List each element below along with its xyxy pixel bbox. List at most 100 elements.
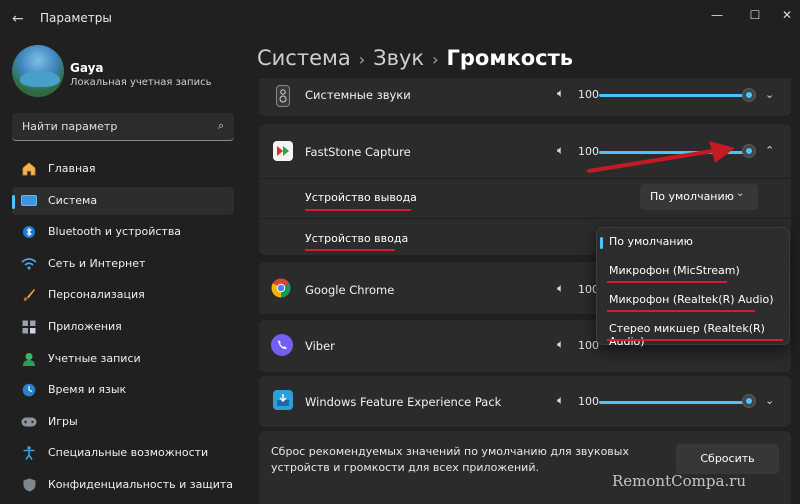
accessibility-icon (21, 445, 37, 461)
chevron-up-icon[interactable]: ⌃ (765, 144, 774, 157)
reset-card: Сброс рекомендуемых значений по умолчани… (259, 431, 791, 504)
sidebar-item-personalization[interactable]: Персонализация (12, 281, 234, 309)
system-icon (21, 193, 37, 209)
profile-account-type: Локальная учетная запись (70, 77, 212, 88)
volume-icon[interactable]: 🔈︎ (557, 143, 564, 158)
annotation-underline (305, 209, 411, 211)
minimize-button[interactable]: — (702, 5, 732, 25)
annotation-underline (607, 339, 783, 341)
breadcrumb: Система › Звук › Громкость (257, 46, 573, 78)
profile-name: Gaya (70, 61, 104, 75)
user-profile[interactable]: Gaya Локальная учетная запись (12, 45, 242, 105)
sidebar-item-accounts[interactable]: Учетные записи (12, 345, 234, 373)
dropdown-option-default[interactable]: По умолчанию (600, 235, 693, 249)
annotation-underline (607, 310, 755, 312)
app-name: Windows Feature Experience Pack (305, 395, 502, 409)
sidebar-item-network[interactable]: Сеть и Интернет (12, 250, 234, 278)
volume-slider-thumb[interactable] (742, 394, 756, 408)
sidebar-item-system[interactable]: Система (12, 186, 234, 215)
home-icon (21, 161, 37, 177)
chrome-app-icon (271, 278, 291, 298)
volume-slider-track[interactable] (599, 401, 749, 404)
gaming-icon (21, 414, 37, 430)
volume-icon[interactable]: 🔈︎ (557, 337, 564, 352)
title-bar: ← Параметры — ☐ ✕ (0, 0, 800, 40)
chevron-down-icon[interactable]: ⌄ (765, 394, 774, 407)
page-title: Громкость (446, 46, 574, 70)
volume-value: 100 (578, 88, 599, 101)
output-device-label: Устройство вывода (305, 191, 417, 204)
brush-icon (21, 287, 37, 303)
sidebar-item-label: Время и язык (48, 383, 127, 397)
speaker-icon (276, 85, 290, 107)
reset-button[interactable]: Сбросить (676, 444, 779, 474)
sidebar-item-label: Приложения (48, 319, 122, 333)
search-input[interactable]: Найти параметр ⌕ (12, 113, 234, 141)
output-device-value: По умолчанию (650, 190, 734, 203)
volume-icon[interactable]: 🔈︎ (557, 281, 564, 296)
chevron-down-icon[interactable]: ⌄ (765, 88, 774, 101)
volume-slider-track[interactable] (599, 94, 749, 97)
reset-description: Сброс рекомендуемых значений по умолчани… (271, 445, 629, 474)
annotation-underline (305, 249, 395, 251)
app-name: FastStone Capture (305, 145, 411, 159)
sidebar-item-label: Сеть и Интернет (48, 256, 146, 270)
bluetooth-icon (21, 224, 37, 240)
search-placeholder: Найти параметр (22, 120, 118, 133)
breadcrumb-separator: › (432, 50, 439, 69)
sidebar-item-label: Главная (48, 162, 96, 175)
volume-slider-thumb[interactable] (742, 88, 756, 102)
sidebar-item-label: Специальные возможности (48, 446, 209, 460)
sidebar-item-apps[interactable]: Приложения (12, 313, 234, 341)
breadcrumb-sound[interactable]: Звук (373, 46, 424, 70)
accounts-icon (21, 351, 37, 367)
sidebar-item-label: Конфиденциальность и защита (48, 477, 233, 491)
back-arrow-icon[interactable]: ← (12, 9, 28, 29)
maximize-button[interactable]: ☐ (740, 5, 770, 25)
sidebar-item-label: Учетные записи (48, 351, 141, 365)
sidebar-item-bluetooth[interactable]: Bluetooth и устройства (12, 218, 234, 246)
sidebar-item-label: Система (48, 193, 98, 207)
app-name: Системные звуки (305, 88, 411, 102)
sidebar-item-time-language[interactable]: Время и язык (12, 376, 234, 404)
annotation-arrow-icon (587, 141, 735, 173)
app-volume-card-wfep: Windows Feature Experience Pack 🔈︎ 100 ⌄ (259, 376, 791, 427)
viber-app-icon (271, 334, 293, 356)
time-language-icon (21, 382, 37, 398)
chevron-down-icon: ⌄ (736, 188, 745, 199)
dropdown-option-stereo-mix[interactable]: Стерео микшер (Realtek(R) Audio) (609, 322, 789, 348)
breadcrumb-separator: › (358, 50, 366, 69)
watermark: RemontCompa.ru (612, 472, 746, 490)
sidebar-item-privacy[interactable]: Конфиденциальность и защита (12, 471, 234, 499)
sidebar-item-accessibility[interactable]: Специальные возможности (12, 439, 234, 467)
breadcrumb-system[interactable]: Система (257, 46, 351, 70)
sidebar-item-gaming[interactable]: Игры (12, 408, 234, 436)
apps-icon (21, 319, 37, 335)
faststone-app-icon (273, 141, 293, 161)
volume-value: 100 (578, 395, 599, 408)
network-icon (21, 256, 37, 272)
close-button[interactable]: ✕ (772, 5, 800, 25)
search-icon: ⌕ (217, 119, 224, 132)
sidebar-item-label: Bluetooth и устройства (48, 225, 182, 239)
app-name: Google Chrome (305, 283, 395, 297)
volume-icon[interactable]: 🔈︎ (557, 393, 564, 408)
app-volume-card-system-sounds: Системные звуки 🔈︎ 100 ⌄ (259, 78, 791, 116)
output-device-select[interactable]: По умолчанию ⌄ (640, 184, 758, 210)
annotation-underline (607, 281, 727, 283)
input-device-label: Устройство ввода (305, 232, 409, 245)
dropdown-option-micstream[interactable]: Микрофон (MicStream) (609, 264, 740, 277)
sidebar-item-home[interactable]: Главная (12, 155, 234, 183)
dropdown-option-realtek-mic[interactable]: Микрофон (Realtek(R) Audio) (609, 293, 774, 306)
volume-icon[interactable]: 🔈︎ (557, 86, 564, 101)
sidebar: Gaya Локальная учетная запись Найти пара… (0, 40, 248, 504)
sidebar-item-label: Персонализация (48, 288, 145, 302)
feature-pack-app-icon (273, 390, 293, 410)
app-title: Параметры (40, 11, 112, 25)
shield-icon (21, 477, 37, 493)
avatar (12, 45, 64, 97)
sidebar-item-label: Игры (48, 414, 78, 428)
app-name: Viber (305, 339, 335, 353)
nav-list: Главная Система Bluetooth и устройства С… (12, 155, 234, 503)
input-device-dropdown: По умолчанию Микрофон (MicStream) Микроф… (596, 227, 790, 348)
